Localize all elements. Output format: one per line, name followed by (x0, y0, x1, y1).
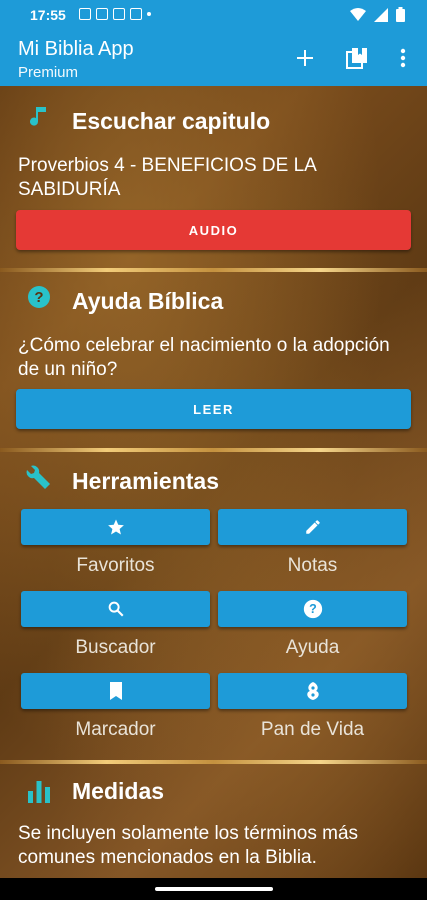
search-button[interactable] (21, 591, 210, 627)
help-title: Ayuda Bíblica (72, 288, 224, 314)
svg-text:?: ? (309, 602, 317, 616)
status-time: 17:55 (30, 7, 66, 23)
battery-icon (396, 7, 405, 22)
audio-button[interactable]: AUDIO (16, 210, 411, 250)
svg-text:?: ? (34, 289, 43, 306)
app-title: Mi Biblia App (18, 38, 134, 60)
help-icon: ? (303, 599, 322, 619)
help-section: ? Ayuda Bíblica ¿Cómo celebrar el nacimi… (0, 272, 427, 448)
bookmark-icon (109, 682, 122, 700)
bar-chart-icon (26, 778, 52, 804)
measures-title: Medidas (72, 778, 165, 804)
bookmark-button[interactable] (21, 673, 210, 709)
tools-section: Herramientas Favoritos Notas Buscador ? … (0, 452, 427, 760)
listen-section: Escuchar capitulo Proverbios 4 - BENEFIC… (0, 86, 427, 270)
tool-label: Favoritos (76, 555, 155, 576)
tool-label: Pan de Vida (260, 719, 365, 740)
navigation-bar (0, 878, 427, 900)
home-gesture-handle[interactable] (155, 887, 273, 891)
wrench-icon (26, 464, 52, 490)
tool-label: Buscador (75, 637, 156, 658)
tool-pan-de-vida[interactable]: Pan de Vida (218, 673, 407, 741)
status-notification-icons (79, 8, 151, 20)
notes-button[interactable] (218, 509, 407, 545)
help-circle-icon: ? (26, 284, 52, 310)
signal-icon (374, 7, 388, 22)
tool-marcador[interactable]: Marcador (21, 673, 210, 741)
tool-label: Notas (287, 555, 338, 576)
help-button[interactable]: ? (218, 591, 407, 627)
favorites-button[interactable] (21, 509, 210, 545)
sim-icon (96, 8, 108, 20)
dot-icon (147, 12, 151, 16)
measures-section: Medidas Se incluyen solamente los términ… (0, 764, 427, 878)
more-vert-icon[interactable] (389, 44, 417, 72)
tool-ayuda[interactable]: ? Ayuda (218, 591, 407, 659)
listen-chapter-text: Proverbios 4 - BENEFICIOS DE LA SABIDURÍ… (18, 155, 316, 200)
wifi-icon (350, 7, 366, 21)
app-bar: Mi Biblia App Premium (0, 30, 427, 86)
tool-label: Ayuda (285, 637, 340, 658)
tools-title: Herramientas (72, 468, 220, 494)
main-content[interactable]: Escuchar capitulo Proverbios 4 - BENEFIC… (0, 86, 427, 878)
music-note-icon (26, 104, 52, 130)
image-icon (113, 8, 125, 20)
notification-icon (79, 8, 91, 20)
star-icon (107, 519, 124, 535)
pencil-icon (305, 520, 320, 534)
measures-text: Se incluyen solamente los términos más c… (18, 823, 359, 868)
add-icon[interactable] (291, 44, 319, 72)
library-icon[interactable] (343, 44, 371, 72)
tool-buscador[interactable]: Buscador (21, 591, 210, 659)
status-bar: 17:55 (0, 0, 427, 30)
status-system-icons (350, 7, 405, 22)
app-subtitle: Premium (18, 64, 79, 81)
help-question-text: ¿Cómo celebrar el nacimiento o la adopci… (18, 335, 390, 380)
read-button[interactable]: LEER (16, 389, 411, 429)
search-icon (108, 601, 123, 617)
bread-icon (306, 682, 319, 700)
listen-title: Escuchar capitulo (72, 108, 271, 134)
tool-label: Marcador (75, 719, 156, 740)
tool-notas[interactable]: Notas (218, 509, 407, 577)
gallery-icon (130, 8, 142, 20)
bread-of-life-button[interactable] (218, 673, 407, 709)
tool-favoritos[interactable]: Favoritos (21, 509, 210, 577)
